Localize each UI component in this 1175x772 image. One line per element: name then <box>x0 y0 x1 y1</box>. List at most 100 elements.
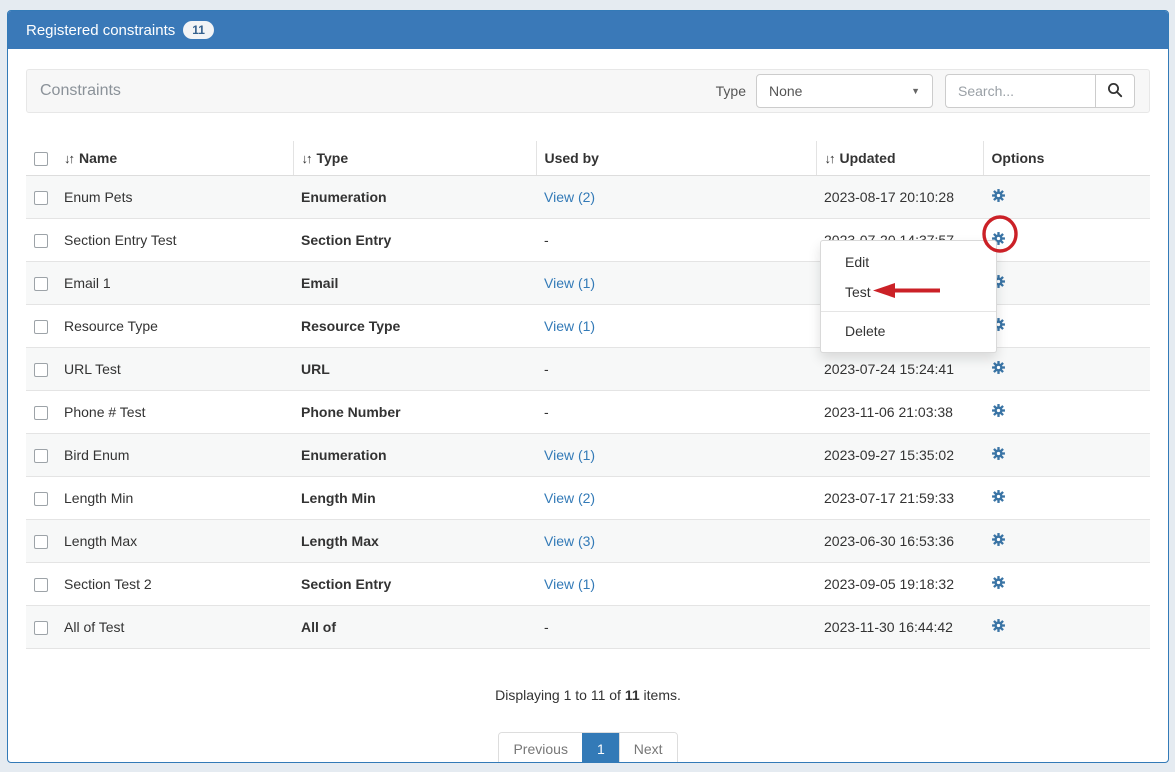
chevron-down-icon: ▼ <box>911 86 920 96</box>
table-toolbar: Constraints Type None ▼ <box>26 69 1150 113</box>
pagination-next[interactable]: Next <box>619 733 677 763</box>
gear-icon <box>991 492 1006 507</box>
row-select-cell <box>26 348 56 391</box>
row-checkbox[interactable] <box>34 363 48 377</box>
row-checkbox[interactable] <box>34 449 48 463</box>
gear-icon <box>991 621 1006 636</box>
gear-icon <box>991 449 1006 464</box>
menu-item-delete[interactable]: Delete <box>821 316 996 346</box>
cell-name: Enum Pets <box>56 176 293 219</box>
row-checkbox[interactable] <box>34 621 48 635</box>
count-badge: 11 <box>183 21 214 39</box>
used-by-link[interactable]: View (3) <box>544 533 595 549</box>
row-select-cell <box>26 434 56 477</box>
row-options-button[interactable] <box>991 188 1006 203</box>
used-by-link[interactable]: View (1) <box>544 318 595 334</box>
row-checkbox[interactable] <box>34 320 48 334</box>
cell-type: Email <box>293 262 536 305</box>
panel-body: Constraints Type None ▼ <box>8 49 1168 763</box>
used-by-link[interactable]: View (1) <box>544 447 595 463</box>
options-context-menu: Edit Test Delete <box>820 240 997 353</box>
row-checkbox[interactable] <box>34 535 48 549</box>
row-checkbox[interactable] <box>34 191 48 205</box>
cell-type: Length Min <box>293 477 536 520</box>
sort-icon: ↓↑ <box>302 151 311 166</box>
column-header-updated[interactable]: ↓↑Updated <box>816 141 983 176</box>
row-select-cell <box>26 305 56 348</box>
row-select-cell <box>26 520 56 563</box>
panel-title: Registered constraints <box>26 22 175 39</box>
type-filter-label: Type <box>716 83 746 99</box>
select-all-checkbox[interactable] <box>34 152 48 166</box>
column-header-options: Options <box>983 141 1150 176</box>
sort-icon: ↓↑ <box>64 151 73 166</box>
pagination: Previous 1 Next <box>498 732 677 763</box>
table-header-row: ↓↑Name ↓↑Type Used by ↓↑Updated Options <box>26 141 1150 176</box>
row-checkbox[interactable] <box>34 406 48 420</box>
row-options-button[interactable] <box>991 360 1006 375</box>
table-row: Enum Pets Enumeration View (2) 2023-08-1… <box>26 176 1150 219</box>
cell-type: Enumeration <box>293 176 536 219</box>
row-select-cell <box>26 391 56 434</box>
row-options-button[interactable] <box>991 403 1006 418</box>
table-row: URL Test URL - 2023-07-24 15:24:41 <box>26 348 1150 391</box>
row-checkbox[interactable] <box>34 492 48 506</box>
cell-type: Enumeration <box>293 434 536 477</box>
sort-icon: ↓↑ <box>825 151 834 166</box>
row-select-cell <box>26 219 56 262</box>
pagination-previous[interactable]: Previous <box>499 733 581 763</box>
table-row: Section Test 2 Section Entry View (1) 20… <box>26 563 1150 606</box>
cell-name: Email 1 <box>56 262 293 305</box>
select-all-header <box>26 141 56 176</box>
row-checkbox[interactable] <box>34 578 48 592</box>
cell-updated: 2023-11-06 21:03:38 <box>816 391 983 434</box>
cell-updated: 2023-08-17 20:10:28 <box>816 176 983 219</box>
gear-icon <box>991 406 1006 421</box>
used-by-link[interactable]: View (1) <box>544 275 595 291</box>
cell-name: URL Test <box>56 348 293 391</box>
cell-type: Phone Number <box>293 391 536 434</box>
cell-name: Length Min <box>56 477 293 520</box>
constraints-table: ↓↑Name ↓↑Type Used by ↓↑Updated Options <box>26 141 1150 649</box>
used-by-link[interactable]: View (1) <box>544 576 595 592</box>
column-header-used-by: Used by <box>536 141 816 176</box>
table-row: Length Max Length Max View (3) 2023-06-3… <box>26 520 1150 563</box>
used-by-link: - <box>544 361 549 377</box>
cell-updated: 2023-09-05 19:18:32 <box>816 563 983 606</box>
cell-updated: 2023-07-17 21:59:33 <box>816 477 983 520</box>
row-checkbox[interactable] <box>34 234 48 248</box>
toolbar-title: Constraints <box>40 82 716 100</box>
search-input[interactable] <box>945 74 1095 108</box>
cell-updated: 2023-11-30 16:44:42 <box>816 606 983 649</box>
column-header-name[interactable]: ↓↑Name <box>56 141 293 176</box>
row-select-cell <box>26 477 56 520</box>
column-header-type[interactable]: ↓↑Type <box>293 141 536 176</box>
row-options-button[interactable] <box>991 446 1006 461</box>
cell-name: Length Max <box>56 520 293 563</box>
row-options-button[interactable] <box>991 532 1006 547</box>
used-by-link[interactable]: View (2) <box>544 189 595 205</box>
menu-item-edit[interactable]: Edit <box>821 247 996 277</box>
page: { "panel": { "title": "Registered constr… <box>0 0 1175 772</box>
table-row: All of Test All of - 2023-11-30 16:44:42 <box>26 606 1150 649</box>
type-filter-select[interactable]: None ▼ <box>756 74 933 108</box>
menu-item-test[interactable]: Test <box>821 277 996 307</box>
cell-name: Phone # Test <box>56 391 293 434</box>
cell-name: Section Test 2 <box>56 563 293 606</box>
used-by-link[interactable]: View (2) <box>544 490 595 506</box>
search-button[interactable] <box>1095 74 1135 108</box>
gear-icon <box>991 535 1006 550</box>
used-by-link: - <box>544 619 549 635</box>
row-checkbox[interactable] <box>34 277 48 291</box>
row-options-button[interactable] <box>991 618 1006 633</box>
pagination-page-1[interactable]: 1 <box>582 733 619 763</box>
row-options-button[interactable] <box>991 575 1006 590</box>
gear-icon <box>991 363 1006 378</box>
used-by-link: - <box>544 404 549 420</box>
cell-type: Section Entry <box>293 563 536 606</box>
cell-updated: 2023-07-24 15:24:41 <box>816 348 983 391</box>
cell-type: Resource Type <box>293 305 536 348</box>
row-options-button[interactable] <box>991 489 1006 504</box>
row-select-cell <box>26 606 56 649</box>
items-summary: Displaying 1 to 11 of 11 items. <box>26 687 1150 703</box>
